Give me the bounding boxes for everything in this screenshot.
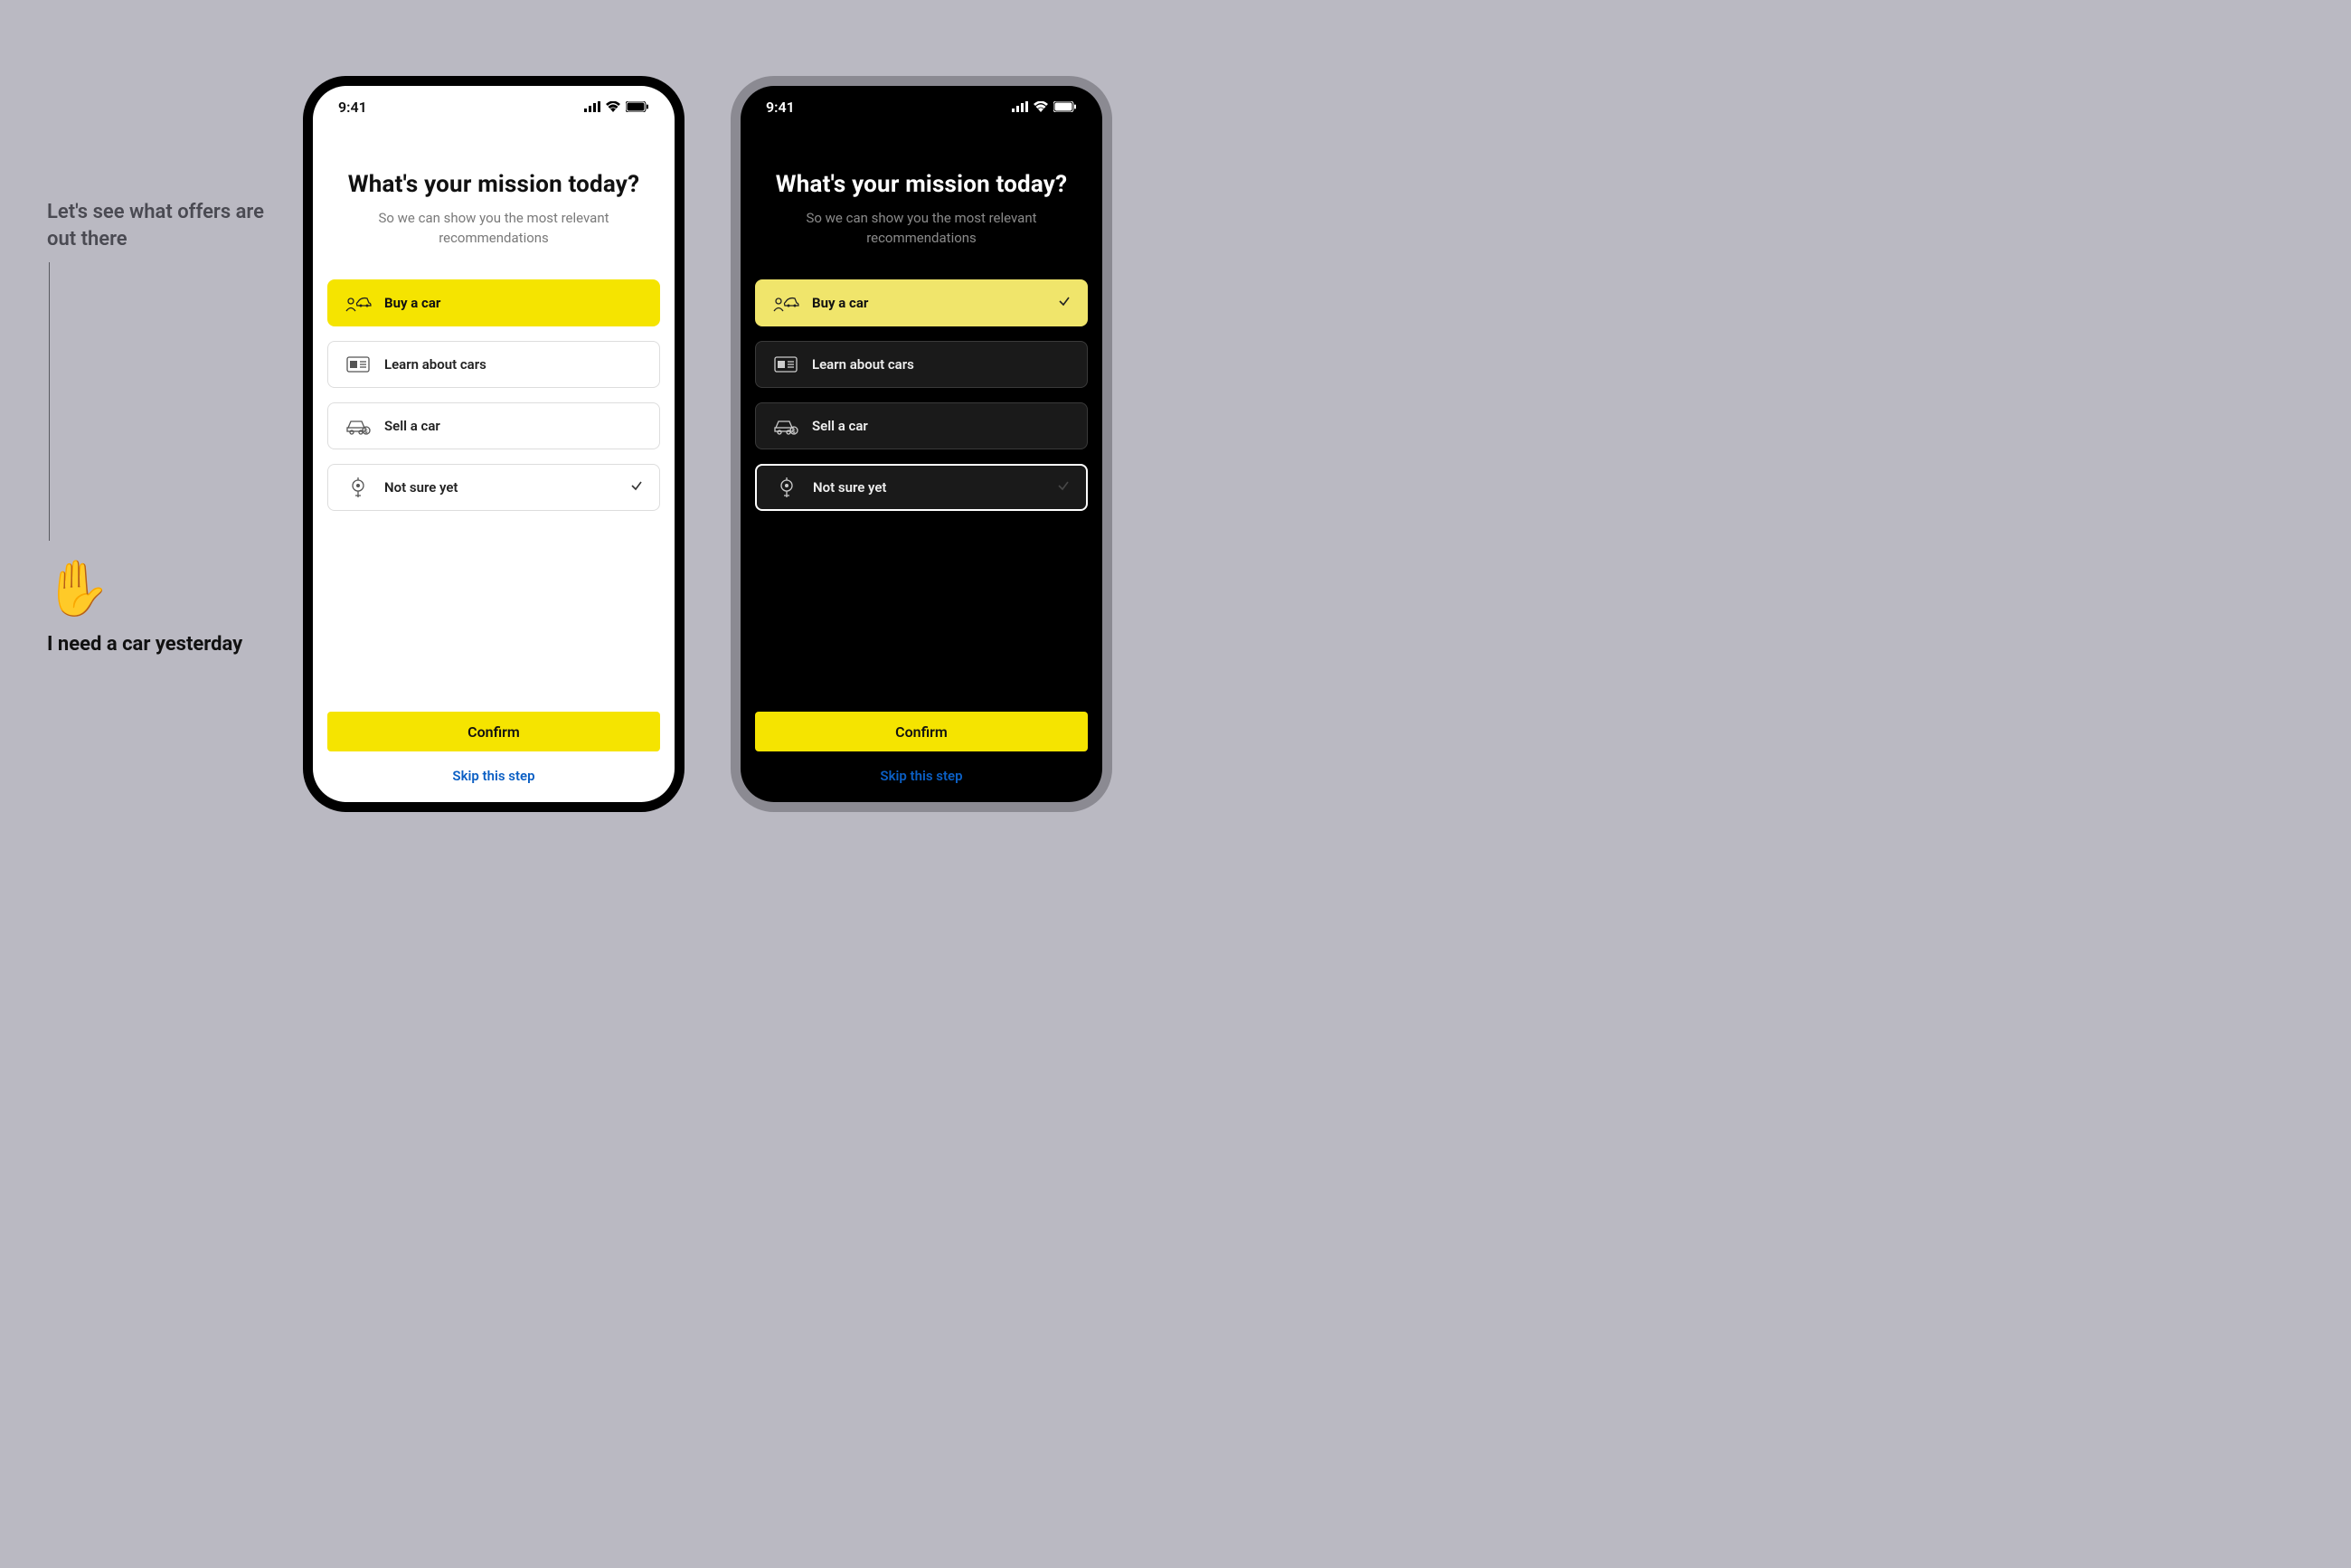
option-label: Buy a car (812, 295, 868, 311)
option-not-sure[interactable]: Not sure yet (327, 464, 660, 511)
newspaper-icon (345, 354, 372, 374)
option-label: Not sure yet (813, 479, 886, 496)
page-title: What's your mission today? (327, 171, 660, 198)
phone-frame-dark: 9:41 What's your mission today? So we ca… (731, 76, 1112, 812)
battery-icon (1053, 101, 1077, 112)
content-area: What's your mission today? So we can sho… (313, 128, 675, 511)
bottom-actions: Confirm Skip this step (755, 712, 1088, 784)
status-icons (1012, 101, 1077, 112)
confirm-button[interactable]: Confirm (327, 712, 660, 751)
option-label: Sell a car (812, 418, 868, 434)
status-bar: 9:41 (313, 86, 675, 128)
status-time: 9:41 (338, 99, 367, 116)
person-car-icon (772, 293, 799, 313)
sell-car-icon: $ (772, 416, 799, 436)
page-subtitle: So we can show you the most relevant rec… (755, 209, 1088, 249)
skip-link[interactable]: Skip this step (327, 768, 660, 784)
page-title: What's your mission today? (755, 171, 1088, 198)
sidebar-caption: I need a car yesterday (47, 633, 242, 656)
option-buy-car[interactable]: Buy a car (755, 279, 1088, 326)
status-time: 9:41 (766, 99, 795, 116)
check-icon (1058, 295, 1071, 311)
options-list: Buy a car Learn about cars $ Sell a car (327, 279, 660, 511)
svg-text:$: $ (364, 429, 368, 435)
person-car-icon (345, 293, 372, 313)
option-label: Sell a car (384, 418, 440, 434)
option-learn-cars[interactable]: Learn about cars (327, 341, 660, 388)
option-learn-cars[interactable]: Learn about cars (755, 341, 1088, 388)
wifi-icon (1034, 101, 1048, 112)
bottom-actions: Confirm Skip this step (327, 712, 660, 784)
content-area: What's your mission today? So we can sho… (741, 128, 1102, 511)
option-not-sure[interactable]: Not sure yet (755, 464, 1088, 511)
phone-frame-light: 9:41 What's your mission today? So we ca… (303, 76, 685, 812)
svg-text:$: $ (792, 429, 796, 435)
check-icon (1057, 479, 1070, 496)
page-subtitle: So we can show you the most relevant rec… (327, 209, 660, 249)
status-icons (584, 101, 649, 112)
cellular-icon (1012, 101, 1028, 112)
option-label: Learn about cars (384, 356, 486, 373)
option-sell-car[interactable]: $ Sell a car (327, 402, 660, 449)
option-label: Learn about cars (812, 356, 914, 373)
option-label: Not sure yet (384, 479, 458, 496)
options-list: Buy a car Learn about cars $ Sell a car (755, 279, 1088, 511)
status-bar: 9:41 (741, 86, 1102, 128)
option-label: Buy a car (384, 295, 440, 311)
cellular-icon (584, 101, 600, 112)
compass-icon (345, 477, 372, 497)
compass-icon (773, 477, 800, 497)
sell-car-icon: $ (345, 416, 372, 436)
check-icon (630, 479, 643, 496)
battery-icon (626, 101, 649, 112)
sidebar-heading: Let's see what offers are out there (47, 199, 282, 252)
option-buy-car[interactable]: Buy a car (327, 279, 660, 326)
screen-light: 9:41 What's your mission today? So we ca… (313, 86, 675, 802)
vertical-divider (49, 262, 50, 541)
wifi-icon (606, 101, 620, 112)
newspaper-icon (772, 354, 799, 374)
skip-link[interactable]: Skip this step (755, 768, 1088, 784)
sidebar-annotation: Let's see what offers are out there (47, 199, 282, 252)
confirm-button[interactable]: Confirm (755, 712, 1088, 751)
hand-emoji: ✋ (43, 556, 111, 620)
screen-dark: 9:41 What's your mission today? So we ca… (741, 86, 1102, 802)
option-sell-car[interactable]: $ Sell a car (755, 402, 1088, 449)
